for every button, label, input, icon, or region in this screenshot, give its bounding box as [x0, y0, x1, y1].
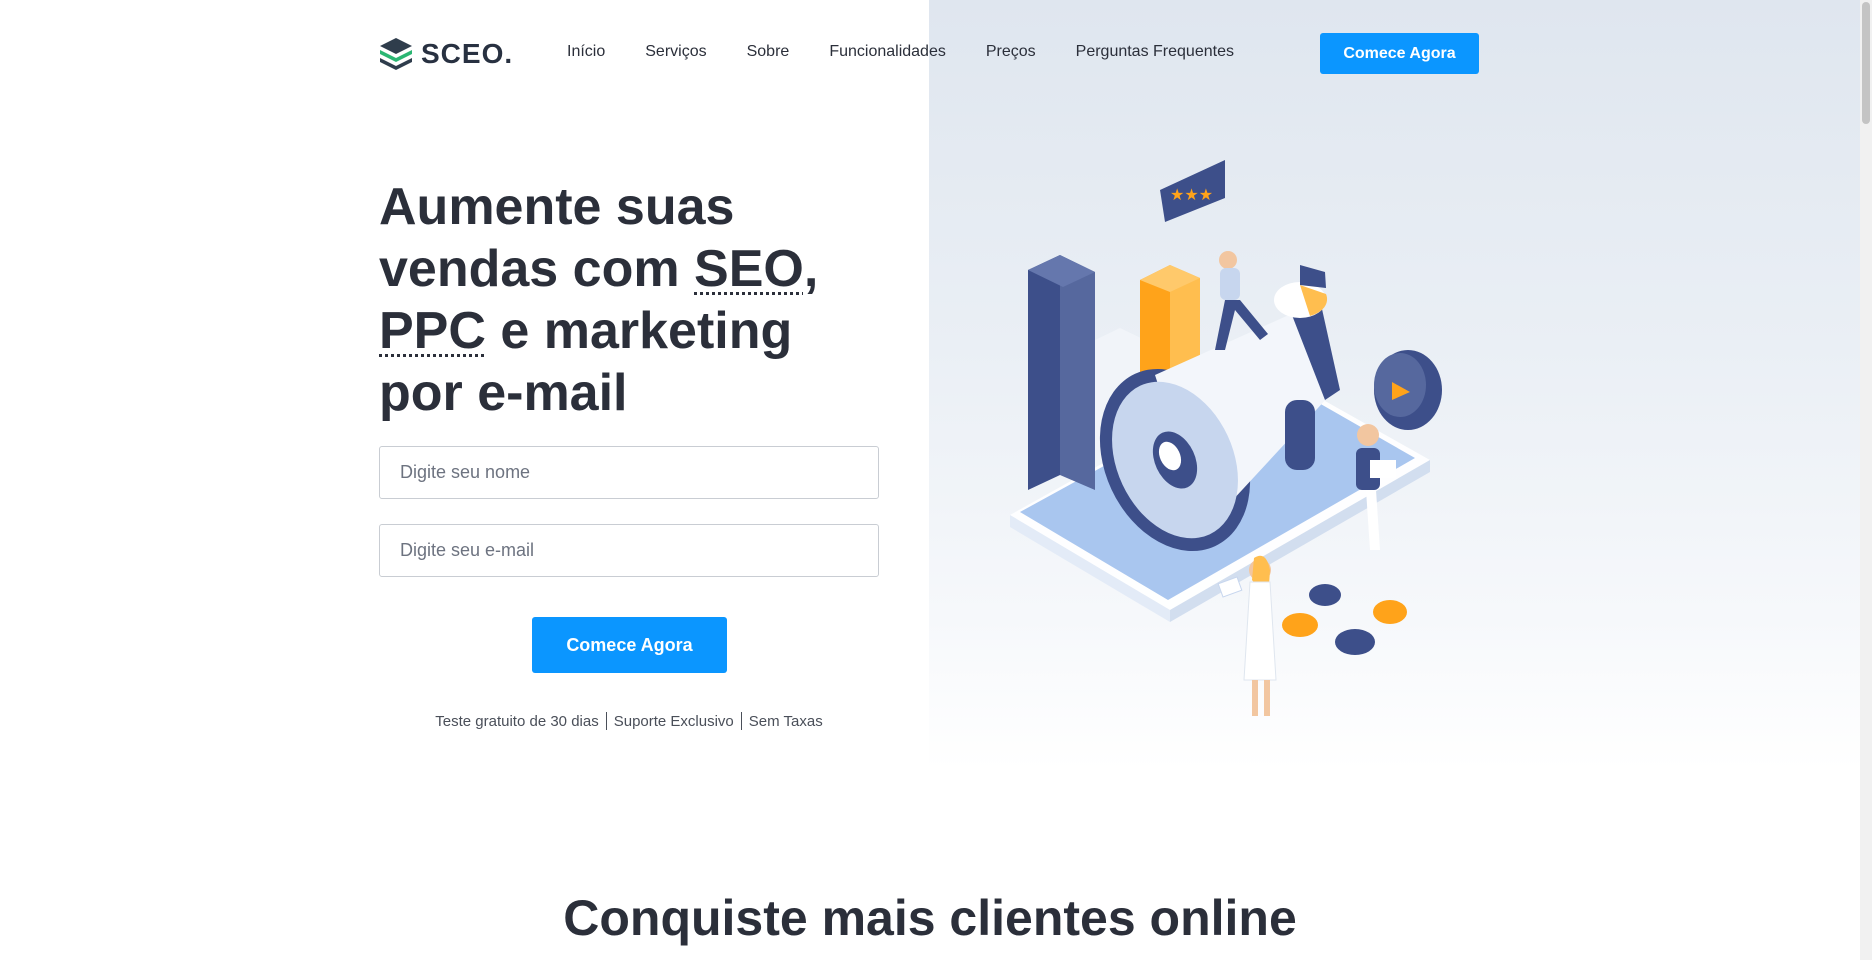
scrollbar-thumb[interactable] [1862, 2, 1870, 124]
pie-chart-illustration [1274, 265, 1328, 318]
marketing-illustration: ★★★ [1010, 160, 1442, 716]
hero-title-line2-post: , [803, 240, 819, 298]
nav-item-faq[interactable]: Perguntas Frequentes [1076, 43, 1234, 61]
main-nav: Início Serviços Sobre Funcionalidades Pr… [567, 43, 1234, 61]
nav-item-precos[interactable]: Preços [986, 43, 1036, 61]
play-bubble-illustration [1374, 350, 1442, 430]
hero-title-abbr-seo: SEO [694, 240, 804, 298]
nav-item-funcionalidades[interactable]: Funcionalidades [829, 43, 946, 61]
nav-item-sobre[interactable]: Sobre [747, 43, 790, 61]
brand-name: SCEO. [421, 38, 514, 69]
hero-title-line3-post: e marketing [485, 302, 793, 360]
name-input[interactable] [379, 446, 879, 499]
hero-perks: Teste gratuito de 30 dias Suporte Exclus… [379, 712, 879, 730]
hero-title-line2-pre: vendas com [379, 240, 695, 298]
email-input[interactable] [379, 524, 879, 577]
site-header: SCEO. Início Serviços Sobre Funcionalida… [0, 0, 1860, 106]
perk-no-fees: Sem Taxas [748, 712, 823, 730]
hero-start-button[interactable]: Comece Agora [532, 617, 727, 673]
stacked-layers-logo-icon [380, 38, 412, 70]
hero-title-line4: por e-mail [379, 364, 628, 422]
perk-divider [605, 712, 607, 730]
nav-item-inicio[interactable]: Início [567, 43, 605, 61]
header-start-button[interactable]: Comece Agora [1320, 33, 1479, 74]
page-scrollbar[interactable] [1860, 0, 1872, 960]
hero-title-line1: Aumente suas [379, 178, 735, 236]
hero-title: Aumente suas vendas com SEO, PPC e marke… [379, 176, 899, 424]
svg-text:★★★: ★★★ [1170, 185, 1213, 204]
landing-page: SCEO. Início Serviços Sobre Funcionalida… [0, 0, 1872, 960]
perk-free-trial: Teste gratuito de 30 dias [435, 712, 599, 730]
floating-coins-illustration [1282, 584, 1407, 655]
section-title: Conquiste mais clientes online [563, 890, 1297, 946]
hero-title-abbr-ppc: PPC [379, 302, 486, 360]
person-climbing-illustration [1215, 251, 1268, 350]
brand-logo[interactable]: SCEO. [379, 36, 513, 72]
perk-divider [740, 712, 742, 730]
rating-bubble-illustration: ★★★ [1160, 160, 1225, 222]
nav-item-servicos[interactable]: Serviços [645, 43, 706, 61]
perk-exclusive-support: Suporte Exclusivo [613, 712, 734, 730]
